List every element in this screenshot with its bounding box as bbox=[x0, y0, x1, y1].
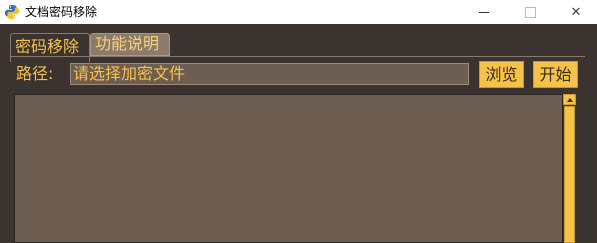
arrow-up-icon bbox=[566, 97, 573, 102]
browse-button[interactable]: 浏览 bbox=[479, 61, 524, 88]
path-label: 路径: bbox=[16, 64, 54, 83]
path-input[interactable]: 请选择加密文件 bbox=[70, 63, 469, 85]
vertical-scrollbar[interactable] bbox=[563, 94, 576, 243]
minimize-icon bbox=[479, 11, 489, 13]
maximize-button[interactable] bbox=[507, 0, 553, 24]
minimize-button[interactable] bbox=[461, 0, 507, 24]
log-output-area[interactable] bbox=[14, 94, 563, 243]
maximize-icon bbox=[524, 6, 536, 18]
tab-panel-divider bbox=[10, 56, 585, 57]
close-icon: ✕ bbox=[570, 4, 582, 20]
scroll-up-button[interactable] bbox=[563, 94, 576, 105]
tab-instructions[interactable]: 功能说明 bbox=[90, 33, 170, 56]
tab-password-remove[interactable]: 密码移除 bbox=[10, 33, 90, 62]
start-button[interactable]: 开始 bbox=[533, 61, 578, 88]
close-button[interactable]: ✕ bbox=[553, 0, 597, 24]
window-title: 文档密码移除 bbox=[25, 5, 98, 19]
python-icon bbox=[4, 4, 20, 20]
title-bar: 文档密码移除 ✕ bbox=[0, 0, 597, 24]
scroll-thumb[interactable] bbox=[564, 106, 575, 243]
